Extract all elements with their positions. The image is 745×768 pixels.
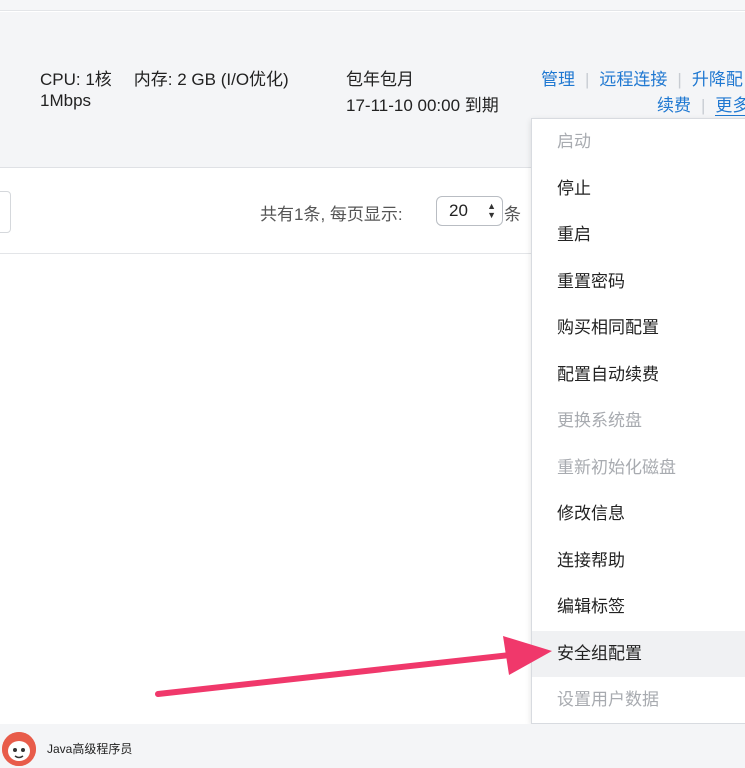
- console-screen: CPU: 1核 内存: 2 GB (I/O优化) 1Mbps 包年包月 17-11…: [0, 0, 745, 768]
- watermark-bar: Java高级程序员: [0, 724, 745, 768]
- account-name: Java高级程序员: [47, 742, 133, 756]
- avatar-icon: [2, 732, 36, 766]
- pointer-arrow-icon: [155, 636, 552, 697]
